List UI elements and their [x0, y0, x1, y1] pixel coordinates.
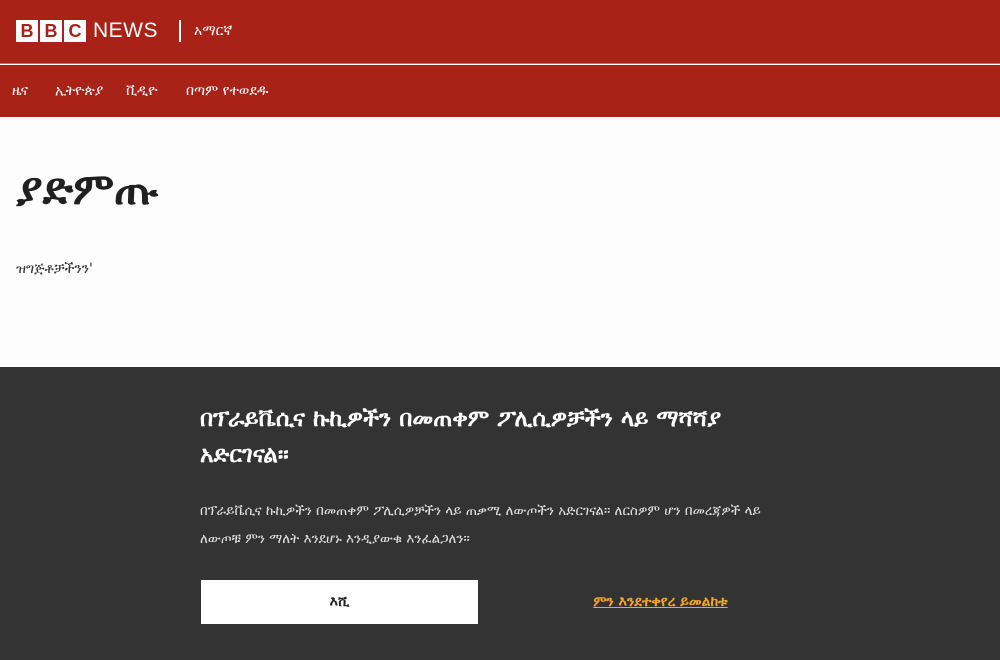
top-header: B B C NEWS አማርኛ [0, 0, 1000, 64]
logo-divider [179, 20, 181, 42]
page-title: ያድምጡ [16, 164, 159, 215]
consent-description: በፕራይቬሲና ኩኪዎችን በመጠቀም ፖሊሲዎቻችን ላይ ጠቃሚ ለውጦችን… [200, 503, 761, 547]
nav-item-news[interactable]: ዜና [12, 65, 28, 117]
news-wordmark: NEWS [93, 19, 158, 42]
nav-item-video[interactable]: ቪዲዮ [126, 65, 158, 117]
bbc-block-b1: B [16, 20, 38, 42]
consent-title: በፕራይቬሲና ኩኪዎችን በመጠቀም ፖሊሲዎቻችን ላይ ማሻሻያ አድርገ… [200, 406, 722, 468]
page-body-text: ዝግጅቶቻችንን' [16, 261, 93, 277]
bbc-logo-blocks: B B C [16, 20, 86, 42]
see-changes-link[interactable]: ምን እንደተቀየረ ይመልከቱ [522, 580, 799, 624]
bbc-block-c: C [64, 20, 86, 42]
bbc-block-b2: B [40, 20, 62, 42]
nav-item-ethiopia[interactable]: ኢትዮጵያ [55, 65, 103, 117]
service-language-name[interactable]: አማርኛ [194, 20, 232, 42]
bbc-news-logo[interactable]: B B C NEWS [16, 20, 158, 42]
consent-ok-button[interactable]: እሺ [201, 580, 478, 624]
nav-item-most-read[interactable]: በጣም የተወደዱ [186, 65, 268, 117]
main-navigation: ዜና ኢትዮጵያ ቪዲዮ በጣም የተወደዱ [0, 65, 1000, 117]
privacy-consent-banner: በፕራይቬሲና ኩኪዎችን በመጠቀም ፖሊሲዎቻችን ላይ ማሻሻያ አድርገ… [0, 367, 1000, 660]
